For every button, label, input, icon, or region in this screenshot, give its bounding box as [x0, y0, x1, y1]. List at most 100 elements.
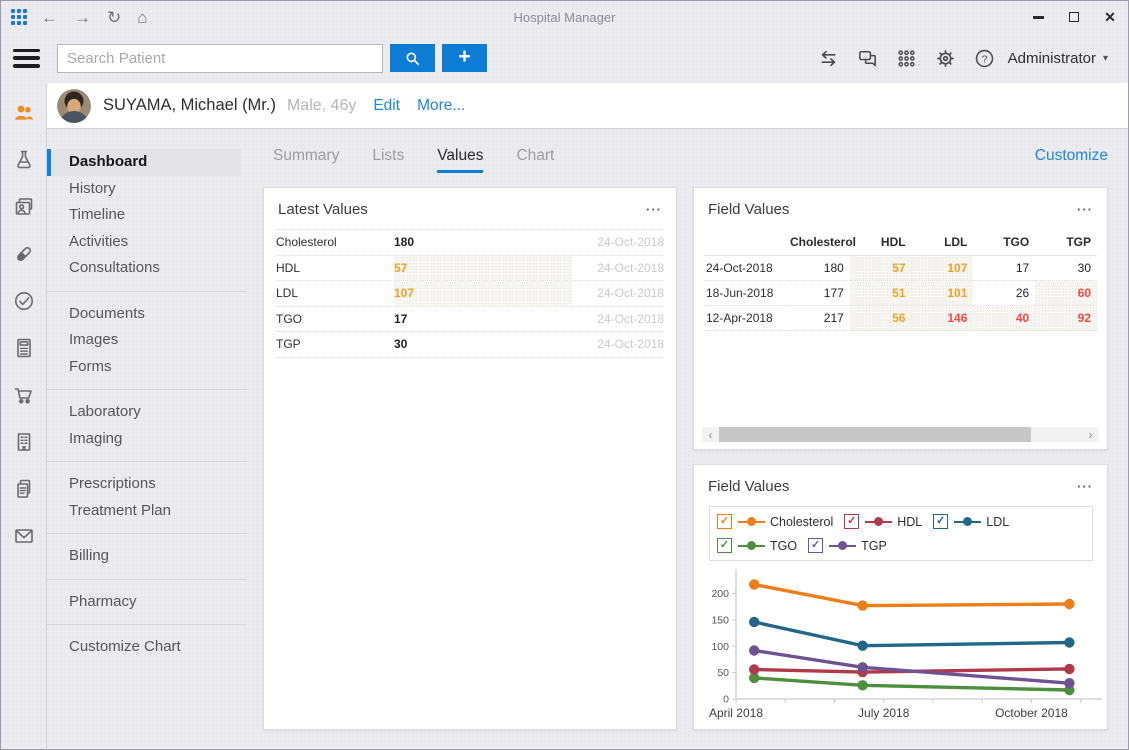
user-menu[interactable]: Administrator ▾ [1008, 50, 1108, 67]
series-swatch-icon [954, 516, 981, 527]
mail-envelope-icon[interactable] [4, 512, 44, 559]
value-date: 24-Oct-2018 [572, 286, 664, 300]
tab-values[interactable]: Values [437, 147, 483, 173]
tab-summary[interactable]: Summary [273, 147, 339, 170]
legend-checkbox[interactable]: ✓ [717, 538, 732, 553]
scrollbar-track[interactable] [719, 427, 1082, 442]
tab-lists[interactable]: Lists [372, 147, 404, 170]
table-cell: 177 [788, 281, 850, 306]
facility-building-icon[interactable] [4, 418, 44, 465]
latest-value-row[interactable]: TGO1724-Oct-2018 [276, 307, 664, 333]
tasks-check-icon[interactable] [4, 277, 44, 324]
svg-text:April 2018: April 2018 [709, 706, 763, 720]
table-row[interactable]: 12-Apr-2018217561464092 [704, 306, 1097, 331]
menu-divider [47, 533, 247, 534]
latest-value-row[interactable]: HDL5724-Oct-2018 [276, 256, 664, 282]
table-row[interactable]: 24-Oct-2018180571071730 [704, 256, 1097, 281]
field-values-table-card: Field Values ··· CholesterolHDLLDLTGOTGP… [693, 187, 1108, 450]
orders-cart-icon[interactable] [4, 371, 44, 418]
add-patient-button[interactable]: + [442, 44, 487, 72]
horizontal-scrollbar[interactable]: ‹ › [702, 427, 1099, 442]
menu-item-images[interactable]: Images [47, 327, 259, 354]
legend-checkbox[interactable]: ✓ [717, 514, 732, 529]
back-icon[interactable]: ← [41, 9, 58, 26]
menu-item-consultations[interactable]: Consultations [47, 255, 259, 282]
refresh-icon[interactable]: ↻ [107, 9, 121, 26]
value-label: TGO [276, 312, 394, 326]
legend-item-hdl[interactable]: ✓HDL [844, 511, 922, 532]
toolbar: + ? Administrator ▾ [1, 33, 1128, 83]
more-patient-link[interactable]: More... [417, 97, 465, 115]
legend-label: LDL [986, 515, 1009, 529]
table-row[interactable]: 18-Jun-2018177511012660 [704, 281, 1097, 306]
menu-item-pharmacy[interactable]: Pharmacy [47, 589, 259, 616]
scroll-left-icon[interactable]: ‹ [702, 427, 719, 442]
card-menu-icon[interactable]: ··· [1077, 207, 1093, 213]
menu-item-treatment-plan[interactable]: Treatment Plan [47, 498, 259, 525]
menu-item-dashboard[interactable]: Dashboard [47, 149, 241, 176]
legend-checkbox[interactable]: ✓ [933, 514, 948, 529]
tab-chart[interactable]: Chart [516, 147, 554, 170]
calculator-icon[interactable] [4, 324, 44, 371]
search-button[interactable] [390, 44, 435, 72]
edit-patient-link[interactable]: Edit [373, 97, 400, 115]
settings-gear-icon[interactable] [933, 45, 959, 71]
customize-link[interactable]: Customize [1035, 147, 1108, 165]
patient-photo-icon[interactable] [4, 183, 44, 230]
column-header-ldl: LDL [912, 231, 974, 256]
legend-item-cholesterol[interactable]: ✓Cholesterol [717, 511, 833, 532]
patient-avatar[interactable] [57, 89, 91, 123]
scroll-right-icon[interactable]: › [1082, 427, 1099, 442]
app-window: ← → ↻ ⌂ Hospital Manager ✕ + ? Administr… [0, 0, 1129, 750]
patient-name: SUYAMA, Michael (Mr.) [103, 96, 276, 115]
menu-item-customize-chart[interactable]: Customize Chart [47, 634, 259, 661]
minimize-button[interactable] [1020, 3, 1056, 31]
value-cell: 17 [394, 307, 572, 332]
value-label: TGP [276, 337, 394, 351]
svg-text:50: 50 [717, 667, 729, 679]
chart-legend: ✓Cholesterol✓HDL✓LDL✓TGO✓TGP [709, 506, 1093, 561]
field-values-chart-title: Field Values [708, 478, 789, 495]
help-icon[interactable]: ? [972, 45, 998, 71]
home-icon[interactable]: ⌂ [137, 9, 147, 26]
value-date: 24-Oct-2018 [572, 337, 664, 351]
table-cell: 17 [973, 256, 1035, 281]
documents-copy-icon[interactable] [4, 465, 44, 512]
forward-icon[interactable]: → [74, 9, 91, 26]
menu-item-laboratory[interactable]: Laboratory [47, 399, 259, 426]
table-cell: 30 [1035, 256, 1097, 281]
latest-value-row[interactable]: LDL10724-Oct-2018 [276, 281, 664, 307]
menu-item-activities[interactable]: Activities [47, 229, 259, 256]
legend-item-ldl[interactable]: ✓ LDL [933, 511, 1009, 532]
scrollbar-thumb[interactable] [719, 427, 1031, 442]
menu-item-imaging[interactable]: Imaging [47, 426, 259, 453]
messages-icon[interactable] [855, 45, 881, 71]
value-cell: 107 [394, 281, 572, 306]
latest-value-row[interactable]: TGP3024-Oct-2018 [276, 332, 664, 358]
sync-icon[interactable] [816, 45, 842, 71]
laboratory-flask-icon[interactable] [4, 136, 44, 183]
medication-pill-icon[interactable] [4, 230, 44, 277]
patients-icon[interactable] [4, 89, 44, 136]
svg-text:?: ? [982, 53, 988, 65]
legend-checkbox[interactable]: ✓ [808, 538, 823, 553]
row-date: 24-Oct-2018 [704, 256, 788, 281]
close-button[interactable]: ✕ [1092, 3, 1128, 31]
field-values-table-title: Field Values [708, 201, 789, 218]
menu-item-timeline[interactable]: Timeline [47, 202, 259, 229]
legend-item-tgo[interactable]: ✓TGO [717, 535, 797, 556]
apps-grid-icon[interactable] [894, 45, 920, 71]
legend-checkbox[interactable]: ✓ [844, 514, 859, 529]
maximize-button[interactable] [1056, 3, 1092, 31]
menu-hamburger-icon[interactable] [13, 49, 40, 68]
card-menu-icon[interactable]: ··· [646, 207, 662, 213]
card-menu-icon[interactable]: ··· [1077, 484, 1093, 490]
legend-item-tgp[interactable]: ✓TGP [808, 535, 887, 556]
menu-item-documents[interactable]: Documents [47, 301, 259, 328]
menu-item-forms[interactable]: Forms [47, 354, 259, 381]
latest-value-row[interactable]: Cholesterol18024-Oct-2018 [276, 230, 664, 256]
search-input[interactable] [57, 44, 383, 73]
menu-item-history[interactable]: History [47, 176, 259, 203]
menu-item-billing[interactable]: Billing [47, 543, 259, 570]
menu-item-prescriptions[interactable]: Prescriptions [47, 471, 259, 498]
